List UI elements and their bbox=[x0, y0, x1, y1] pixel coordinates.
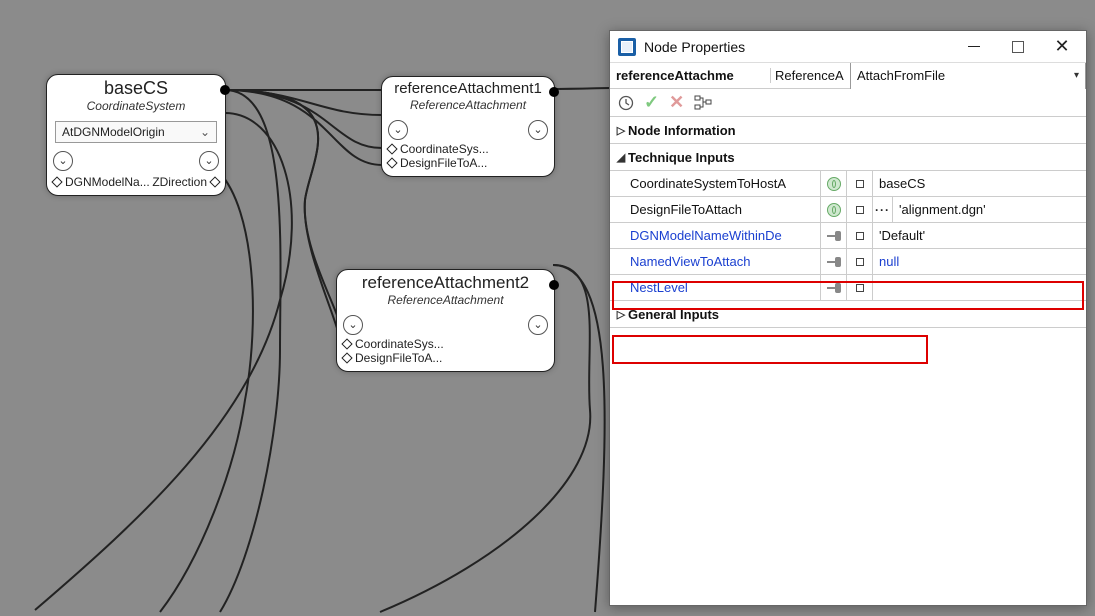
node-output-port[interactable] bbox=[549, 87, 559, 97]
node-subtype: ReferenceAttachment bbox=[388, 98, 548, 112]
port-label: CoordinateSys... bbox=[400, 142, 489, 156]
section-node-information[interactable]: ▷ Node Information bbox=[610, 117, 1086, 144]
input-port[interactable] bbox=[386, 157, 397, 168]
node-output-port[interactable] bbox=[549, 280, 559, 290]
node-constructor-select[interactable]: AtDGNModelOrigin ⌄ bbox=[55, 121, 217, 143]
prop-label: DesignFileToAttach bbox=[610, 197, 820, 222]
prop-row-dgn-model-name: DGNModelNameWithinDe 'Default' bbox=[610, 222, 1086, 248]
select-value: AtDGNModelOrigin bbox=[62, 125, 165, 139]
highlight-box bbox=[612, 335, 928, 364]
prop-row-design-file: DesignFileToAttach ··· 'alignment.dgn' bbox=[610, 196, 1086, 222]
maximize-button[interactable] bbox=[996, 31, 1040, 63]
prop-value[interactable]: baseCS bbox=[872, 171, 1086, 196]
pin-icon[interactable] bbox=[820, 223, 846, 248]
section-general-inputs[interactable]: ▷ General Inputs bbox=[610, 301, 1086, 328]
pin-icon[interactable] bbox=[820, 249, 846, 274]
close-button[interactable]: ✕ bbox=[1040, 31, 1084, 63]
expression-toggle[interactable] bbox=[846, 275, 872, 300]
hierarchy-icon[interactable] bbox=[694, 95, 712, 111]
node-title: referenceAttachment1 bbox=[388, 81, 548, 98]
input-port[interactable] bbox=[386, 143, 397, 154]
history-icon[interactable] bbox=[618, 95, 634, 111]
section-title: Technique Inputs bbox=[628, 150, 735, 165]
expand-right-icon[interactable]: ▷ bbox=[614, 308, 628, 321]
expand-right-icon[interactable]: ▷ bbox=[614, 124, 628, 137]
node-reference-attachment-2[interactable]: referenceAttachment2 ReferenceAttachment… bbox=[336, 269, 555, 372]
prop-value[interactable]: 'alignment.dgn' bbox=[892, 197, 1086, 222]
selected-node-type: ReferenceA bbox=[770, 68, 850, 83]
minimize-button[interactable] bbox=[952, 31, 996, 63]
node-output-port[interactable] bbox=[220, 85, 230, 95]
pin-icon[interactable] bbox=[820, 275, 846, 300]
prop-label: NamedViewToAttach bbox=[610, 249, 820, 274]
selected-node-name: referenceAttachme bbox=[610, 68, 770, 83]
node-selector-row: referenceAttachme ReferenceA AttachFromF… bbox=[610, 63, 1086, 89]
section-technique-inputs: ◢ Technique Inputs CoordinateSystemToHos… bbox=[610, 144, 1086, 301]
expand-outputs-icon[interactable]: ⌄ bbox=[199, 151, 219, 171]
browse-button[interactable]: ··· bbox=[872, 197, 892, 222]
cancel-icon[interactable]: ✕ bbox=[669, 92, 684, 113]
apply-icon[interactable]: ✓ bbox=[644, 92, 659, 113]
chevron-down-icon: ▾ bbox=[1074, 70, 1079, 81]
node-title: referenceAttachment2 bbox=[343, 274, 548, 293]
node-subtype: ReferenceAttachment bbox=[343, 293, 548, 307]
prop-value[interactable] bbox=[872, 275, 1086, 300]
expand-outputs-icon[interactable]: ⌄ bbox=[528, 120, 548, 140]
expand-outputs-icon[interactable]: ⌄ bbox=[528, 315, 548, 335]
section-title: Node Information bbox=[628, 123, 736, 138]
node-base-cs[interactable]: baseCS CoordinateSystem AtDGNModelOrigin… bbox=[46, 74, 226, 196]
expression-toggle[interactable] bbox=[846, 223, 872, 248]
port-label: DesignFileToA... bbox=[355, 351, 442, 365]
prop-label: CoordinateSystemToHostA bbox=[610, 171, 820, 196]
section-title: General Inputs bbox=[628, 307, 719, 322]
input-port[interactable] bbox=[341, 352, 352, 363]
expression-toggle[interactable] bbox=[846, 171, 872, 196]
node-title: baseCS bbox=[53, 79, 219, 99]
window-title: Node Properties bbox=[644, 39, 952, 55]
globe-icon[interactable] bbox=[820, 197, 846, 222]
node-header: referenceAttachment1 ReferenceAttachment bbox=[382, 77, 554, 118]
expand-inputs-icon[interactable]: ⌄ bbox=[388, 120, 408, 140]
port-label: CoordinateSys... bbox=[355, 337, 444, 351]
titlebar[interactable]: Node Properties ✕ bbox=[610, 31, 1086, 63]
port-label: ZDirection bbox=[152, 175, 207, 189]
node-properties-panel[interactable]: Node Properties ✕ referenceAttachme Refe… bbox=[609, 30, 1087, 606]
prop-label: NestLevel bbox=[610, 275, 820, 300]
input-port[interactable] bbox=[341, 338, 352, 349]
technique-select[interactable]: AttachFromFile ▾ bbox=[850, 63, 1086, 89]
expand-down-icon[interactable]: ◢ bbox=[614, 151, 628, 164]
chevron-down-icon: ⌄ bbox=[200, 125, 210, 139]
output-port[interactable] bbox=[209, 176, 220, 187]
node-subtype: CoordinateSystem bbox=[53, 99, 219, 113]
expand-inputs-icon[interactable]: ⌄ bbox=[343, 315, 363, 335]
section-header[interactable]: ◢ Technique Inputs bbox=[610, 144, 1086, 170]
input-port[interactable] bbox=[51, 176, 62, 187]
globe-icon[interactable] bbox=[820, 171, 846, 196]
technique-select-value: AttachFromFile bbox=[857, 68, 945, 83]
prop-label: DGNModelNameWithinDe bbox=[610, 223, 820, 248]
node-reference-attachment-1[interactable]: referenceAttachment1 ReferenceAttachment… bbox=[381, 76, 555, 177]
properties-body: ▷ Node Information ◢ Technique Inputs Co… bbox=[610, 117, 1086, 605]
expand-inputs-icon[interactable]: ⌄ bbox=[53, 151, 73, 171]
prop-value[interactable]: null bbox=[872, 249, 1086, 274]
panel-toolbar: ✓ ✕ bbox=[610, 89, 1086, 117]
prop-row-coordinate-system: CoordinateSystemToHostA baseCS bbox=[610, 170, 1086, 196]
expression-toggle[interactable] bbox=[846, 249, 872, 274]
prop-value[interactable]: 'Default' bbox=[872, 223, 1086, 248]
node-header: baseCS CoordinateSystem bbox=[47, 75, 225, 119]
prop-row-named-view: NamedViewToAttach null bbox=[610, 248, 1086, 274]
port-label: DesignFileToA... bbox=[400, 156, 487, 170]
port-label: DGNModelNa... bbox=[65, 175, 150, 189]
node-header: referenceAttachment2 ReferenceAttachment bbox=[337, 270, 554, 313]
expression-toggle[interactable] bbox=[846, 197, 872, 222]
app-icon bbox=[618, 38, 636, 56]
prop-row-nest-level: NestLevel bbox=[610, 274, 1086, 300]
